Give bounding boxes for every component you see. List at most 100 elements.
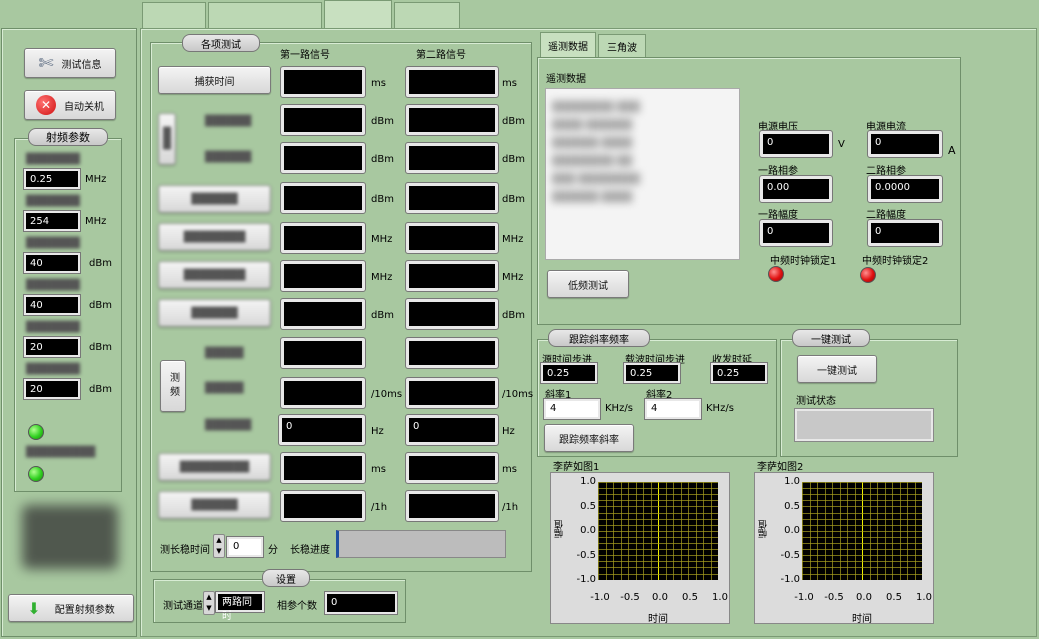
carrier-step-value: 0.25 — [623, 362, 681, 384]
signal1-value[interactable]: 0 — [278, 414, 366, 446]
signal1-unit: dBm — [371, 154, 394, 165]
lock2-label: 中频时钟锁定2 — [862, 256, 929, 267]
tests-caption: 各项测试 — [182, 34, 260, 52]
col1-header: 第一路信号 — [280, 50, 330, 61]
graph-xlabel: 时间 — [852, 614, 872, 625]
signal2-value — [405, 490, 499, 522]
signal2-value[interactable]: 0 — [405, 414, 499, 446]
rf-param-value[interactable]: 40 — [23, 252, 81, 274]
phase1-label: 一路相参 — [758, 166, 798, 177]
row3-label: ██████ — [205, 152, 252, 163]
telemetry-list[interactable]: ████████ ███ ████ ██████ ██████ ████ ██████… — [545, 88, 740, 260]
test-button-5[interactable]: ████████ — [158, 223, 271, 251]
rf-param-value[interactable]: 254 — [23, 210, 81, 232]
rf-indicator-label: █████████ — [26, 447, 96, 458]
rf-param-value[interactable]: 20 — [23, 378, 81, 400]
tab-triangle[interactable]: 三角波 — [598, 34, 646, 58]
tab-telemetry[interactable]: 遥测数据 — [540, 32, 596, 58]
lissajous-plot — [598, 482, 718, 580]
slope2-input[interactable]: 4 — [644, 398, 702, 420]
top-tab-3[interactable] — [324, 0, 392, 30]
y-tick-label: 0.5 — [784, 500, 800, 512]
y-tick-label: 0.0 — [784, 525, 800, 536]
long-time-input[interactable]: 0 — [226, 536, 264, 558]
signal1-value — [280, 142, 366, 174]
lissajous-plot — [802, 482, 922, 580]
onekey-caption: 一键测试 — [792, 329, 870, 347]
signal2-unit: ms — [502, 464, 517, 475]
x-tick-label: -1.0 — [794, 592, 814, 603]
test-info-button[interactable]: ✄ 测试信息 — [24, 48, 116, 78]
rf-param-value[interactable]: 0.25 — [23, 168, 81, 190]
signal2-value — [405, 222, 499, 254]
graph-xlabel: 时间 — [648, 614, 668, 625]
top-tab-1[interactable] — [142, 2, 206, 28]
rf-param-unit: dBm — [89, 258, 112, 269]
x-tick-label: 0.0 — [856, 592, 872, 603]
current-unit: A — [948, 144, 956, 157]
x-tick-label: 1.0 — [916, 592, 932, 603]
phase1-value: 0.00 — [759, 175, 833, 203]
channel-stepper[interactable]: ▲ ▼ — [203, 591, 215, 615]
rf-param-value[interactable]: 20 — [23, 336, 81, 358]
signal1-unit: dBm — [371, 310, 394, 321]
lock2-led — [860, 267, 876, 283]
long-time-stepper[interactable]: ▲ ▼ — [213, 534, 225, 558]
low-freq-test-button[interactable]: 低频测试 — [547, 270, 629, 298]
signal2-value — [405, 298, 499, 330]
test-button-6[interactable]: ████████ — [158, 261, 271, 289]
x-tick-label: -0.5 — [620, 592, 640, 603]
test-status-label: 测试状态 — [796, 396, 836, 407]
x-tick-label: 0.0 — [652, 592, 668, 603]
amp2-label: 二路幅度 — [866, 210, 906, 221]
y-tick-label: -1.0 — [780, 574, 800, 585]
channel-select[interactable]: 两路同时 — [215, 591, 265, 622]
delay-value: 0.25 — [710, 362, 768, 384]
row10-label: ██████ — [205, 420, 252, 431]
y-tick-label: -1.0 — [576, 574, 596, 585]
y-tick-label: -0.5 — [780, 549, 800, 561]
test-button-7[interactable]: ██████ — [158, 299, 271, 327]
shutdown-button[interactable]: ✕ 自动关机 — [24, 90, 116, 120]
capture-time-button[interactable]: 捕获时间 — [158, 66, 271, 94]
slope2-unit: KHz/s — [706, 403, 734, 414]
test-button-4[interactable]: ██████ — [158, 185, 271, 213]
signal1-unit: ms — [371, 464, 386, 475]
rf-param-label: ███████ — [26, 364, 80, 375]
y-tick-label: 0.5 — [580, 500, 596, 512]
y-tick-label: 0.0 — [580, 525, 596, 536]
long-time-unit: 分 — [268, 545, 278, 556]
signal1-unit: dBm — [371, 194, 394, 205]
signal2-value — [405, 337, 499, 369]
signal2-value — [405, 66, 499, 98]
test-button-11[interactable]: █████████ — [158, 453, 271, 481]
x-tick-label: 0.5 — [682, 592, 698, 603]
rf-param-unit: MHz — [85, 216, 107, 227]
signal2-unit: dBm — [502, 116, 525, 127]
row8-label: █████ — [205, 348, 244, 359]
amp1-value: 0 — [759, 219, 833, 247]
x-tick-label: 0.5 — [886, 592, 902, 603]
test-button-12[interactable]: ██████ — [158, 491, 271, 519]
y-tick-label: -0.5 — [576, 549, 596, 561]
row9-label: █████ — [205, 383, 244, 394]
rf-indicator-1 — [28, 424, 44, 440]
track-slope-button[interactable]: 跟踪频率斜率 — [544, 424, 634, 452]
top-tab-2[interactable] — [208, 2, 322, 28]
signal2-value — [405, 377, 499, 409]
phase2-label: 二路相参 — [866, 166, 906, 177]
signal2-unit: MHz — [502, 272, 524, 283]
top-tab-4[interactable] — [394, 2, 460, 28]
current-value: 0 — [867, 130, 943, 158]
config-rf-button[interactable]: ⬇ 配置射频参数 — [8, 594, 134, 622]
long-progress-label: 长稳进度 — [290, 545, 330, 556]
phase-count-value: 0 — [324, 591, 398, 615]
onekey-button[interactable]: 一键测试 — [797, 355, 877, 383]
measure-freq-button[interactable]: 测频 — [160, 360, 186, 412]
close-icon: ✕ — [36, 95, 56, 115]
lissajous-title: 李萨如图1 — [553, 462, 600, 473]
rf-param-label: ███████ — [26, 322, 80, 333]
power-test-button[interactable]: █ █ — [158, 113, 176, 165]
slope1-input[interactable]: 4 — [543, 398, 601, 420]
rf-param-value[interactable]: 40 — [23, 294, 81, 316]
